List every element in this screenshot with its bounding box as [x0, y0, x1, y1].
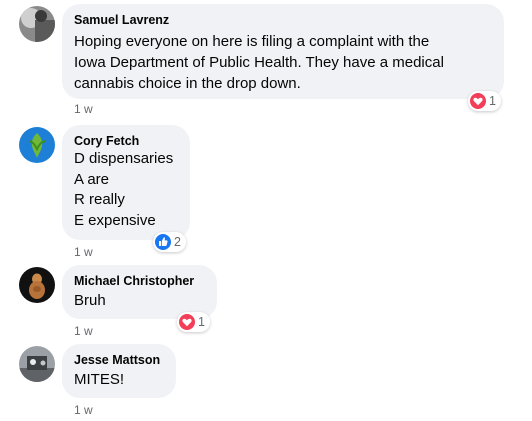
reaction-count: 1	[489, 94, 496, 108]
reaction-count: 2	[174, 235, 181, 249]
love-reaction-icon	[470, 93, 486, 109]
comment-timestamp[interactable]: 1 w	[74, 403, 93, 417]
reaction-badge[interactable]: 1	[177, 312, 210, 332]
avatar-photo	[19, 267, 55, 303]
comment-bubble: Cory Fetch D dispensaries A are R really…	[62, 125, 190, 240]
comment-bubble: Jesse Mattson MITES!	[62, 344, 176, 398]
avatar-photo	[19, 346, 55, 382]
comment-timestamp[interactable]: 1 w	[74, 324, 93, 338]
avatar[interactable]	[19, 127, 55, 163]
love-reaction-icon	[179, 314, 195, 330]
comment-text: D dispensaries A are R really E expensiv…	[74, 150, 174, 229]
reaction-badge[interactable]: 1	[468, 91, 501, 111]
avatar[interactable]	[19, 6, 55, 42]
comment-text: Bruh	[74, 292, 106, 309]
comment-timestamp[interactable]: 1 w	[74, 102, 93, 116]
comment-author[interactable]: Michael Christopher	[74, 273, 205, 289]
comment-thread: Samuel Lavrenz Hoping everyone on here i…	[0, 0, 532, 421]
comment-author[interactable]: Jesse Mattson	[74, 352, 164, 368]
avatar[interactable]	[19, 346, 55, 382]
comment-bubble: Michael Christopher Bruh	[62, 265, 217, 319]
comment-author[interactable]: Cory Fetch	[74, 133, 178, 149]
reaction-badge[interactable]: 2	[153, 232, 186, 252]
comment-timestamp[interactable]: 1 w	[74, 245, 93, 259]
comment-author[interactable]: Samuel Lavrenz	[74, 12, 492, 28]
avatar[interactable]	[19, 267, 55, 303]
reaction-count: 1	[198, 315, 205, 329]
avatar-photo	[19, 6, 55, 42]
like-reaction-icon	[155, 234, 171, 250]
comment-bubble: Samuel Lavrenz Hoping everyone on here i…	[62, 4, 504, 99]
comment-text: MITES!	[74, 371, 125, 388]
avatar-photo	[19, 127, 55, 163]
comment-text: Hoping everyone on here is filing a comp…	[74, 33, 444, 92]
